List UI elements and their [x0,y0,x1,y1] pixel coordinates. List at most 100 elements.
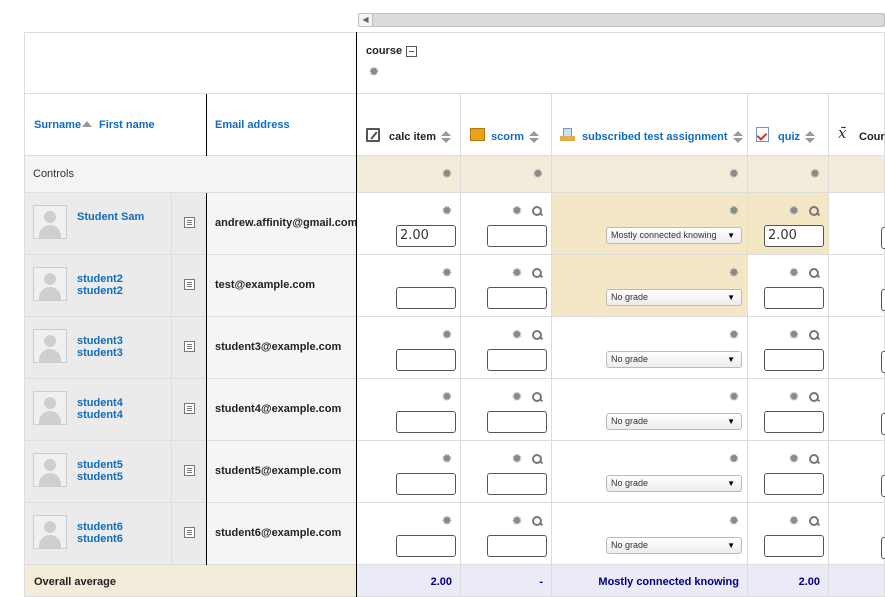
avatar[interactable] [33,205,67,239]
grade-gear-icon[interactable]: ✹ [441,514,453,527]
grade-gear-icon[interactable]: ✹ [788,390,800,403]
grade-input-partial[interactable] [881,227,885,249]
grade-gear-icon[interactable]: ✹ [511,514,523,527]
sort-toggle-icon[interactable] [529,131,539,143]
sort-by-firstname-link[interactable]: First name [99,119,155,131]
analysis-magnifier-icon[interactable] [808,391,820,403]
grade-gear-icon[interactable]: ✹ [511,390,523,403]
grade-gear-icon[interactable]: ✹ [441,204,453,217]
grade-input-scorm[interactable] [487,535,547,557]
grade-gear-icon[interactable]: ✹ [441,452,453,465]
sort-by-email-link[interactable]: Email address [215,119,290,131]
analysis-magnifier-icon[interactable] [531,205,543,217]
grade-input-quiz[interactable] [764,287,824,309]
analysis-magnifier-icon[interactable] [531,267,543,279]
student-name-link[interactable]: student6 student6 [77,521,171,545]
grade-input-quiz[interactable]: 2.00 [764,225,824,247]
grade-input-scorm[interactable] [487,287,547,309]
grade-input-quiz[interactable] [764,535,824,557]
controls-gear-icon[interactable]: ✹ [809,167,821,180]
controls-gear-icon[interactable]: ✹ [532,167,544,180]
sort-toggle-icon[interactable] [733,131,743,143]
user-report-icon[interactable] [184,403,195,414]
grade-gear-icon[interactable]: ✹ [441,328,453,341]
user-report-icon[interactable] [184,341,195,352]
scale-grade-select[interactable]: No grade ▼ [606,413,742,430]
grade-item-link-total[interactable]: Cours [859,131,885,143]
student-name-link[interactable]: student3 student3 [77,335,171,359]
grade-gear-icon[interactable]: ✹ [728,514,740,527]
scale-grade-select[interactable]: No grade ▼ [606,537,742,554]
grade-gear-icon[interactable]: ✹ [788,514,800,527]
grade-item-link-scorm[interactable]: scorm [491,131,524,143]
grade-gear-icon[interactable]: ✹ [728,452,740,465]
avatar[interactable] [33,267,67,301]
scroll-left-arrow-icon[interactable]: ◀ [359,14,373,26]
grade-gear-icon[interactable]: ✹ [511,452,523,465]
grade-input-partial[interactable] [881,475,885,497]
grade-gear-icon[interactable]: ✹ [728,390,740,403]
avatar[interactable] [33,391,67,425]
grade-gear-icon[interactable]: ✹ [441,266,453,279]
student-name-link[interactable]: student2 student2 [77,273,171,297]
user-report-icon[interactable] [184,217,195,228]
scale-grade-select[interactable]: No grade ▼ [606,289,742,306]
grade-gear-icon[interactable]: ✹ [788,204,800,217]
grade-input-calc[interactable]: 2.00 [396,225,456,247]
grade-input-quiz[interactable] [764,349,824,371]
user-report-icon[interactable] [184,279,195,290]
grade-gear-icon[interactable]: ✹ [511,328,523,341]
horizontal-scrollbar[interactable]: ◀ [358,13,885,27]
grade-input-partial[interactable] [881,289,885,311]
grade-gear-icon[interactable]: ✹ [788,452,800,465]
grade-input-calc[interactable] [396,535,456,557]
analysis-magnifier-icon[interactable] [808,267,820,279]
grade-input-partial[interactable] [881,413,885,435]
grade-input-quiz[interactable] [764,411,824,433]
grade-gear-icon[interactable]: ✹ [728,266,740,279]
avatar[interactable] [33,515,67,549]
avatar[interactable] [33,453,67,487]
grade-input-scorm[interactable] [487,225,547,247]
grade-input-partial[interactable] [881,351,885,373]
grade-input-calc[interactable] [396,287,456,309]
scale-grade-select[interactable]: Mostly connected knowing ▼ [606,227,742,244]
analysis-magnifier-icon[interactable] [531,329,543,341]
grade-input-scorm[interactable] [487,473,547,495]
sort-toggle-icon[interactable] [441,131,451,143]
controls-gear-icon[interactable]: ✹ [728,167,740,180]
scale-grade-select[interactable]: No grade ▼ [606,475,742,492]
student-name-link[interactable]: student5 student5 [77,459,171,483]
grade-item-link-calc[interactable]: calc item [389,131,436,143]
analysis-magnifier-icon[interactable] [808,205,820,217]
grade-input-partial[interactable] [881,537,885,559]
grade-input-calc[interactable] [396,473,456,495]
grade-gear-icon[interactable]: ✹ [511,266,523,279]
analysis-magnifier-icon[interactable] [808,329,820,341]
analysis-magnifier-icon[interactable] [531,391,543,403]
analysis-magnifier-icon[interactable] [531,453,543,465]
grade-gear-icon[interactable]: ✹ [788,328,800,341]
grade-item-link-quiz[interactable]: quiz [778,131,800,143]
analysis-magnifier-icon[interactable] [808,453,820,465]
avatar[interactable] [33,329,67,363]
grade-gear-icon[interactable]: ✹ [511,204,523,217]
scale-grade-select[interactable]: No grade ▼ [606,351,742,368]
student-name-link[interactable]: Student Sam [77,211,144,223]
sort-toggle-icon[interactable] [805,131,815,143]
collapse-icon[interactable] [406,46,417,57]
sort-ascending-icon[interactable] [82,121,92,127]
grade-item-link-assign[interactable]: subscribed test assignment [582,131,728,143]
grade-gear-icon[interactable]: ✹ [728,204,740,217]
grade-input-scorm[interactable] [487,411,547,433]
grade-input-calc[interactable] [396,411,456,433]
grade-input-quiz[interactable] [764,473,824,495]
user-report-icon[interactable] [184,465,195,476]
student-name-link[interactable]: student4 student4 [77,397,171,421]
grade-input-scorm[interactable] [487,349,547,371]
category-gear-icon[interactable]: ✹ [368,65,380,78]
sort-by-surname-link[interactable]: Surname [34,119,81,131]
grade-gear-icon[interactable]: ✹ [441,390,453,403]
grade-input-calc[interactable] [396,349,456,371]
controls-gear-icon[interactable]: ✹ [441,167,453,180]
